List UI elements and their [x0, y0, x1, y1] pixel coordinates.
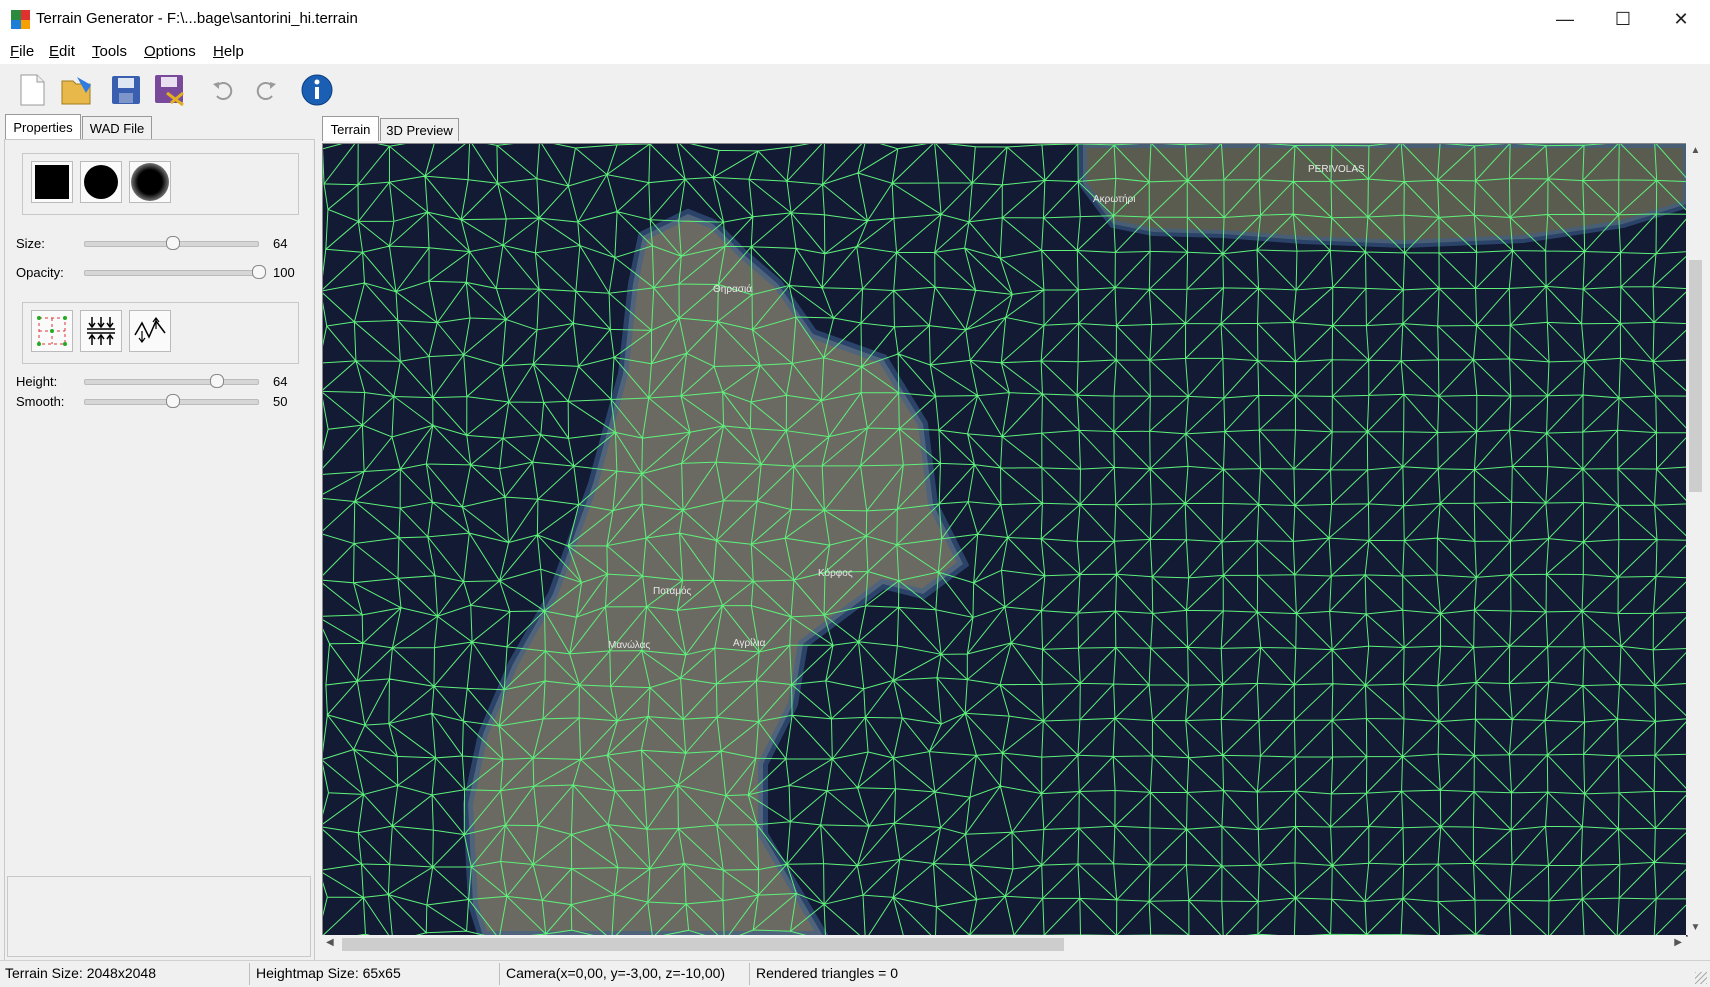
square-brush-button[interactable] [31, 161, 73, 203]
save-icon [112, 76, 140, 104]
menu-tools[interactable]: Tools [92, 43, 127, 60]
menu-file[interactable]: File [10, 43, 34, 60]
app-icon [11, 10, 30, 29]
save-button[interactable] [109, 72, 143, 108]
raise-lower-tool-button[interactable] [80, 310, 122, 352]
status-bar: Terrain Size: 2048x2048 Heightmap Size: … [0, 960, 1710, 987]
map-label-thirasia: Θηρασιά [713, 283, 752, 295]
map-label-akrotiri: Ακρωτήρι [1093, 193, 1135, 205]
info-icon [301, 74, 333, 106]
height-label: Height: [16, 374, 58, 389]
maximize-button[interactable]: ☐ [1594, 0, 1652, 38]
scroll-down-arrow[interactable]: ▼ [1686, 922, 1705, 933]
height-slider-thumb[interactable] [210, 374, 225, 388]
undo-button[interactable] [206, 72, 240, 108]
info-box [7, 876, 311, 957]
status-terrain-size: Terrain Size: 2048x2048 [5, 965, 156, 981]
scroll-up-arrow[interactable]: ▲ [1686, 145, 1705, 156]
status-heightmap-size: Heightmap Size: 65x65 [256, 965, 401, 981]
status-separator [749, 963, 750, 985]
new-file-icon [20, 74, 45, 106]
opacity-value: 100 [273, 265, 295, 280]
opacity-slider-thumb[interactable] [252, 265, 266, 279]
title-bar: Terrain Generator - F:\...bage\santorini… [0, 0, 1710, 39]
window-title: Terrain Generator - F:\...bage\santorini… [36, 10, 358, 27]
square-brush-icon [35, 165, 69, 199]
size-slider-thumb[interactable] [165, 236, 180, 250]
circle-brush-button[interactable] [80, 161, 122, 203]
tab-3d-preview[interactable]: 3D Preview [380, 118, 459, 141]
size-value: 64 [273, 236, 288, 251]
smooth-slider-thumb[interactable] [165, 394, 180, 408]
resize-grip-icon[interactable] [1695, 972, 1707, 984]
grid-points-tool-icon [37, 316, 67, 346]
menu-options[interactable]: Options [144, 43, 196, 60]
opacity-slider[interactable] [84, 265, 266, 279]
new-file-button[interactable] [15, 72, 49, 108]
tool-group [22, 302, 299, 364]
map-label-agrilia: Αγρίλια [733, 637, 766, 649]
properties-panel: Size: 64 Opacity: 100 Height: 64 Smooth:… [4, 139, 315, 961]
save-as-button[interactable] [153, 72, 187, 108]
vertical-scrollbar[interactable]: ▲ ▼ [1686, 143, 1705, 935]
status-camera: Camera(x=0,00, y=-3,00, z=-10,00) [506, 965, 726, 981]
map-label-manolas: Μανώλας [608, 639, 650, 651]
height-value: 64 [273, 374, 288, 389]
terrain-viewport[interactable]: PERIVOLAS Ακρωτήρι Θηρασιά Κόρφος Ποταμό… [322, 143, 1688, 937]
smooth-tool-icon [134, 317, 166, 343]
raise-lower-tool-icon [87, 317, 115, 345]
undo-icon [213, 82, 233, 100]
scroll-left-arrow[interactable]: ◀ [326, 937, 334, 948]
toolbar [0, 64, 1710, 116]
horizontal-scroll-thumb[interactable] [342, 938, 1064, 951]
save-as-icon [155, 75, 184, 107]
map-label-potamos: Ποταμός [653, 585, 692, 597]
soft-circle-brush-button[interactable] [129, 161, 171, 203]
status-separator [499, 963, 500, 985]
info-button[interactable] [300, 72, 334, 108]
menu-bar: File Edit Tools Options Help [0, 38, 1710, 64]
redo-icon [256, 82, 276, 100]
smooth-value: 50 [273, 394, 288, 409]
brush-shape-group [22, 153, 299, 215]
smooth-tool-button[interactable] [129, 310, 171, 352]
status-triangles: Rendered triangles = 0 [756, 965, 899, 981]
opacity-label: Opacity: [16, 265, 64, 280]
size-slider[interactable] [84, 236, 259, 250]
map-label-perivolas: PERIVOLAS [1308, 164, 1365, 175]
redo-button[interactable] [249, 72, 283, 108]
minimize-button[interactable]: — [1536, 0, 1594, 38]
scroll-right-arrow[interactable]: ▶ [1674, 937, 1682, 948]
smooth-slider[interactable] [84, 394, 259, 408]
soft-circle-brush-icon [131, 163, 169, 201]
circle-brush-icon [84, 165, 118, 199]
tab-properties[interactable]: Properties [5, 114, 81, 139]
status-separator [249, 963, 250, 985]
map-label-korfos: Κόρφος [818, 567, 853, 579]
open-button[interactable] [60, 72, 94, 108]
open-folder-icon [61, 77, 91, 105]
height-slider[interactable] [84, 374, 259, 388]
terrain-map[interactable]: PERIVOLAS Ακρωτήρι Θηρασιά Κόρφος Ποταμό… [323, 144, 1687, 936]
smooth-label: Smooth: [16, 394, 65, 409]
tab-terrain[interactable]: Terrain [322, 116, 379, 141]
menu-help[interactable]: Help [213, 43, 244, 60]
grid-points-tool-button[interactable] [31, 310, 73, 352]
tab-wad-file[interactable]: WAD File [82, 116, 152, 139]
horizontal-scrollbar[interactable]: ◀ ▶ [322, 935, 1686, 954]
menu-edit[interactable]: Edit [49, 43, 75, 60]
close-button[interactable]: ✕ [1652, 0, 1710, 38]
size-label: Size: [16, 236, 45, 251]
vertical-scroll-thumb[interactable] [1689, 260, 1702, 492]
